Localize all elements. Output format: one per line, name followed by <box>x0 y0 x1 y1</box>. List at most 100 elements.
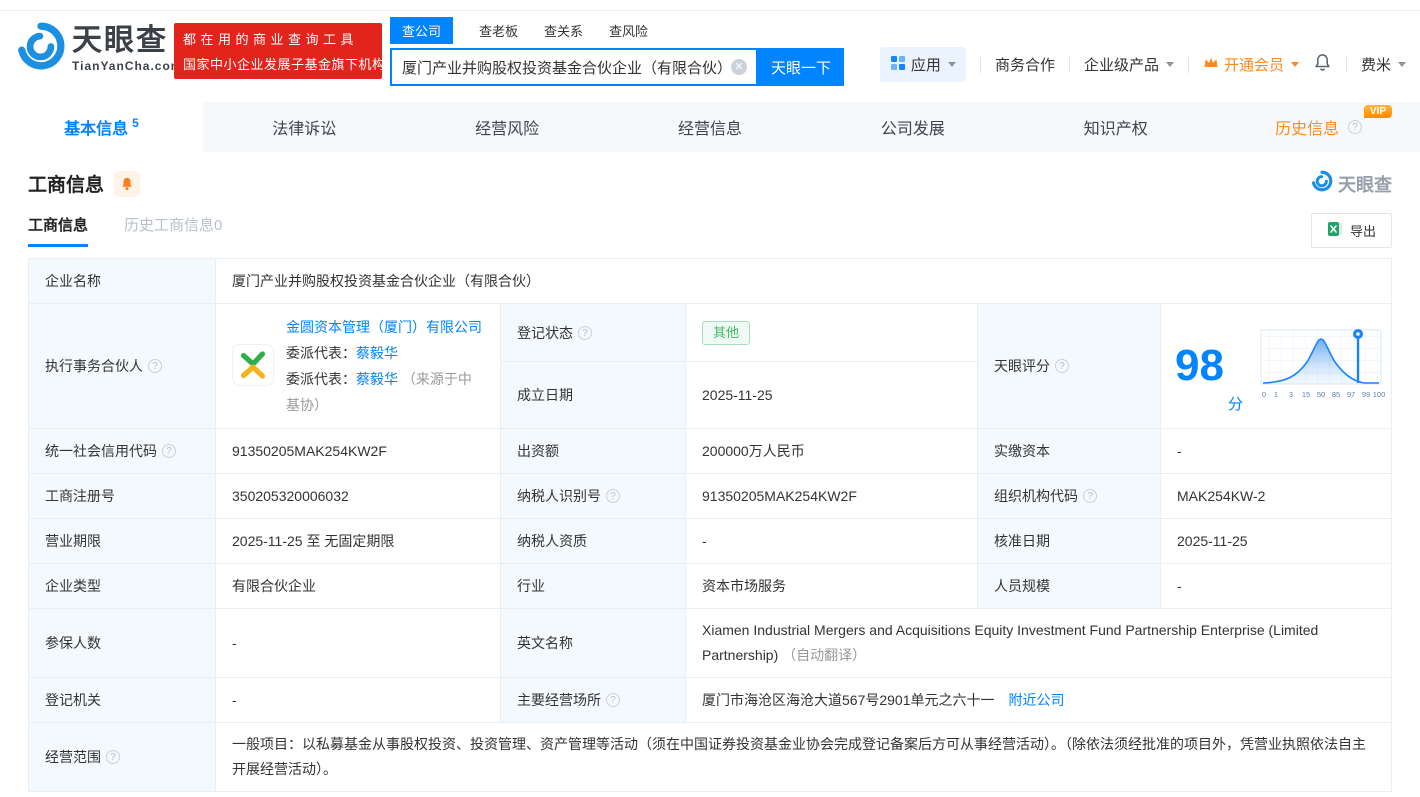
field-label-text: 经营范围 <box>45 747 101 767</box>
tab-company-development[interactable]: 公司发展 <box>811 102 1014 152</box>
field-label-capital: 出资额 <box>501 429 686 473</box>
field-label-credit-code: 统一社会信用代码 ? <box>29 429 216 473</box>
score-axis-ticks: 0 1 3 15 50 85 97 99 100 <box>1262 390 1385 399</box>
field-value-paid-capital: - <box>1161 429 1391 473</box>
search-button[interactable]: 天眼一下 <box>758 48 844 86</box>
brand-slogan-banner: 都在用的商业查询工具 国家中小企业发展子基金旗下机构 <box>174 23 382 79</box>
field-value-capital: 200000万人民币 <box>686 429 978 473</box>
svg-text:85: 85 <box>1332 390 1340 399</box>
table-row: 营业期限 2025-11-25 至 无固定期限 纳税人资质 - 核准日期 202… <box>29 519 1391 564</box>
slogan-line2: 国家中小企业发展子基金旗下机构 <box>183 54 373 73</box>
partner-rep-link[interactable]: 蔡毅华 <box>356 371 398 387</box>
subtab-row: 工商信息 历史工商信息0 导出 <box>28 213 1392 248</box>
field-label-org-code: 组织机构代码 ? <box>978 474 1161 518</box>
help-icon[interactable]: ? <box>106 750 120 764</box>
help-icon[interactable]: ? <box>1055 359 1069 373</box>
page-header: 天眼查 TianYanCha.com 都在用的商业查询工具 国家中小企业发展子基… <box>0 10 1420 96</box>
tianyancha-logo-icon <box>16 21 66 76</box>
tab-label: 经营风险 <box>475 115 539 139</box>
field-label-text: 统一社会信用代码 <box>45 441 157 461</box>
chevron-down-icon <box>1291 62 1299 67</box>
nav-separator <box>1346 57 1347 73</box>
export-label: 导出 <box>1350 221 1376 240</box>
field-label-registration-status: 登记状态 ? <box>501 304 686 361</box>
help-icon[interactable]: ? <box>148 359 162 373</box>
field-label-business-term: 营业期限 <box>29 519 216 563</box>
help-icon[interactable]: ? <box>578 326 592 340</box>
tab-label: 经营信息 <box>678 115 742 139</box>
table-row: 执行事务合伙人 ? 金圆资本管理（厦门）有限公司 委派代表：蔡毅华 委派代表：蔡… <box>29 304 1391 429</box>
subtab-history-business-info[interactable]: 历史工商信息0 <box>124 214 222 247</box>
field-label-paid-capital: 实缴资本 <box>978 429 1161 473</box>
tab-operation-risk[interactable]: 经营风险 <box>406 102 609 152</box>
partner-rep-link[interactable]: 蔡毅华 <box>356 345 398 361</box>
field-value-executive-partner: 金圆资本管理（厦门）有限公司 委派代表：蔡毅华 委派代表：蔡毅华 （来源于中基协… <box>216 304 501 428</box>
search-tab-risk[interactable]: 查风险 <box>609 17 648 44</box>
tab-label: 基本信息 <box>64 115 128 139</box>
rep-label: 委派代表： <box>286 345 356 361</box>
field-label-company-name: 企业名称 <box>29 259 216 303</box>
search-input[interactable] <box>392 50 756 84</box>
field-label-text: 纳税人识别号 <box>517 486 601 506</box>
table-row: 登记机关 - 主要经营场所 ? 厦门市海沧区海沧大道567号2901单元之六十一… <box>29 678 1391 723</box>
nearby-companies-link[interactable]: 附近公司 <box>1009 690 1065 710</box>
watermark-logo-icon <box>1311 170 1333 197</box>
svg-text:1: 1 <box>1274 390 1278 399</box>
subscribe-bell-icon[interactable] <box>114 171 140 197</box>
field-label-executive-partner: 执行事务合伙人 ? <box>29 304 216 428</box>
help-icon[interactable]: ? <box>606 489 620 503</box>
nav-cooperation[interactable]: 商务合作 <box>995 54 1055 75</box>
field-value-reg-authority: - <box>216 678 501 722</box>
table-row: 企业类型 有限合伙企业 行业 资本市场服务 人员规模 - <box>29 564 1391 609</box>
svg-text:97: 97 <box>1347 390 1355 399</box>
help-icon[interactable]: ? <box>162 444 176 458</box>
search-tab-company[interactable]: 查公司 <box>390 17 453 44</box>
search-tab-boss[interactable]: 查老板 <box>479 17 518 44</box>
nav-username: 费米 <box>1361 54 1391 75</box>
nav-user[interactable]: 费米 <box>1361 54 1406 75</box>
partner-company-logo[interactable] <box>232 344 274 389</box>
business-info-table: 企业名称 厦门产业并购股权投资基金合伙企业（有限合伙） 执行事务合伙人 ? 金圆… <box>28 258 1392 792</box>
field-value-taxpayer-id: 91350205MAK254KW2F <box>686 474 978 518</box>
tab-basic-info[interactable]: 基本信息 5 <box>0 102 203 152</box>
tab-label: 法律诉讼 <box>272 115 336 139</box>
status-badge: 其他 <box>702 321 750 345</box>
nav-apps[interactable]: 应用 <box>880 47 966 82</box>
nav-enterprise-products[interactable]: 企业级产品 <box>1084 54 1174 75</box>
help-icon[interactable]: ? <box>1348 120 1362 134</box>
chevron-down-icon <box>1398 62 1406 67</box>
nav-separator <box>1188 57 1189 73</box>
field-label-business-scope: 经营范围 ? <box>29 723 216 791</box>
tab-intellectual-property[interactable]: 知识产权 <box>1014 102 1217 152</box>
partner-company-link[interactable]: 金圆资本管理（厦门）有限公司 <box>286 319 482 335</box>
vip-badge: VIP <box>1364 105 1392 118</box>
section-header: 工商信息 天眼查 <box>28 170 1392 197</box>
company-profile-tabs: 基本信息 5 法律诉讼 经营风险 经营信息 公司发展 知识产权 VIP 历史信息… <box>0 102 1420 152</box>
help-icon[interactable]: ? <box>606 693 620 707</box>
tab-history-info[interactable]: VIP 历史信息 ? <box>1217 102 1420 152</box>
export-button[interactable]: 导出 <box>1311 213 1392 248</box>
tianyancha-logo[interactable]: 天眼查 TianYanCha.com <box>16 21 182 76</box>
field-label-reg-authority: 登记机关 <box>29 678 216 722</box>
section-title: 工商信息 <box>28 170 104 197</box>
subtab-business-info[interactable]: 工商信息 <box>28 214 88 247</box>
notification-bell-icon[interactable] <box>1313 53 1332 76</box>
svg-text:0: 0 <box>1262 390 1266 399</box>
field-value-staff-size: - <box>1161 564 1391 608</box>
clear-search-icon[interactable]: ✕ <box>731 59 747 75</box>
tab-operation-info[interactable]: 经营信息 <box>609 102 812 152</box>
score-unit: 分 <box>1228 393 1243 414</box>
status-date-subgrid: 登记状态 ? 其他 成立日期 2025-11-25 <box>501 304 978 428</box>
tab-label: 公司发展 <box>881 115 945 139</box>
nav-separator <box>1069 57 1070 73</box>
nav-open-membership[interactable]: 开通会员 <box>1203 54 1299 75</box>
search-tab-relation[interactable]: 查关系 <box>544 17 583 44</box>
help-icon[interactable]: ? <box>1083 489 1097 503</box>
field-label-company-type: 企业类型 <box>29 564 216 608</box>
tianyancha-watermark: 天眼查 <box>1311 170 1392 197</box>
tab-legal-litigation[interactable]: 法律诉讼 <box>203 102 406 152</box>
field-value-tianyan-score: 98 分 0 <box>1161 304 1397 428</box>
field-value-registration-status: 其他 <box>686 304 977 361</box>
field-value-org-code: MAK254KW-2 <box>1161 474 1391 518</box>
table-row: 企业名称 厦门产业并购股权投资基金合伙企业（有限合伙） <box>29 259 1391 304</box>
